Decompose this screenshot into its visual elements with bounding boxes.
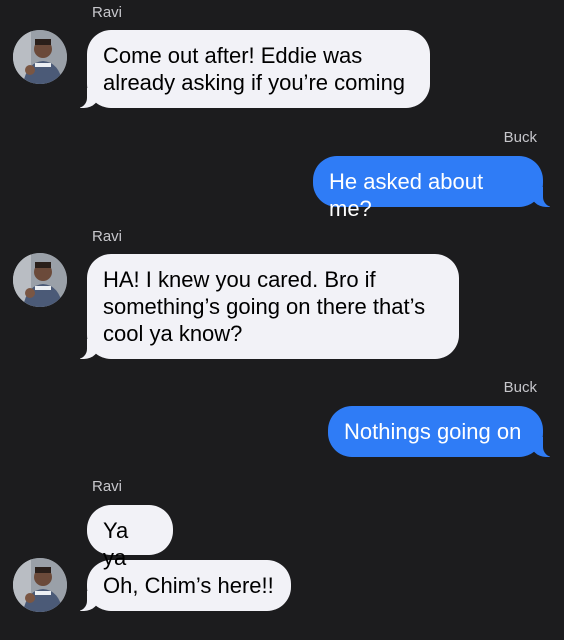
sender-name: Buck xyxy=(503,379,537,396)
incoming-message-bubble[interactable]: Ya ya xyxy=(87,505,173,570)
outgoing-message-bubble[interactable]: Nothings going on xyxy=(328,406,555,457)
sender-name: Ravi xyxy=(92,4,123,21)
sender-name: Ravi xyxy=(92,478,123,495)
incoming-message-bubble[interactable]: HA! I knew you cared. Bro if something’s… xyxy=(75,254,459,359)
contact-photo-icon xyxy=(13,558,67,612)
contact-photo-icon xyxy=(13,30,67,84)
incoming-message-bubble[interactable]: Come out after! Eddie was already asking… xyxy=(75,30,430,108)
outgoing-message-bubble[interactable]: He asked about me? xyxy=(313,156,555,221)
message-text: HA! I knew you cared. Bro if something’s… xyxy=(103,267,426,346)
message-text: He asked about me? xyxy=(329,169,484,221)
message-text: Come out after! Eddie was already asking… xyxy=(103,43,406,95)
avatar[interactable] xyxy=(13,558,67,612)
avatar[interactable] xyxy=(13,30,67,84)
sender-name: Ravi xyxy=(92,228,123,245)
sender-name: Buck xyxy=(503,129,537,146)
message-thread: Ravi Come out after! Eddie was already a… xyxy=(0,0,564,640)
message-text: Ya ya xyxy=(103,518,129,570)
message-text: Nothings going on xyxy=(344,419,522,444)
contact-photo-icon xyxy=(13,253,67,307)
message-text: Oh, Chim’s here!! xyxy=(103,573,274,598)
avatar[interactable] xyxy=(13,253,67,307)
